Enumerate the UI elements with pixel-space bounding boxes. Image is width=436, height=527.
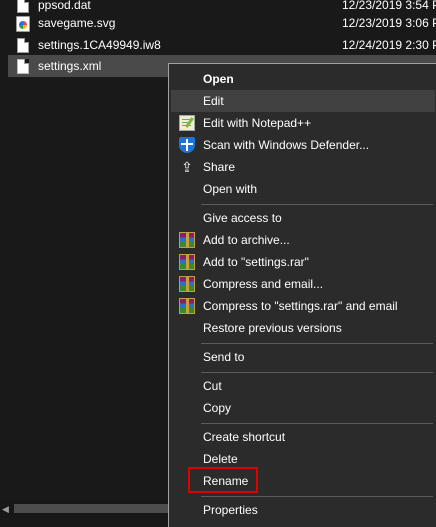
menu-item-send-to[interactable]: Send to <box>171 346 435 368</box>
winrar-icon <box>179 276 195 292</box>
menu-item-restore-versions[interactable]: Restore previous versions <box>171 317 435 339</box>
winrar-icon <box>179 298 195 314</box>
menu-separator <box>201 343 433 344</box>
menu-item-label: Send to <box>203 350 245 364</box>
menu-item-properties[interactable]: Properties <box>171 499 435 521</box>
menu-item-label: Delete <box>203 452 238 466</box>
menu-item-compress-email[interactable]: Compress and email... <box>171 273 435 295</box>
menu-item-label: Edit <box>203 94 224 108</box>
document-icon <box>14 37 30 53</box>
menu-separator <box>201 204 433 205</box>
share-icon: ⇪ <box>181 159 193 175</box>
menu-item-label: Scan with Windows Defender... <box>203 138 370 152</box>
menu-item-scan-defender[interactable]: Scan with Windows Defender... <box>171 134 435 156</box>
menu-separator <box>201 423 433 424</box>
menu-item-give-access[interactable]: Give access to <box>171 207 435 229</box>
file-name: savegame.svg <box>38 16 116 30</box>
menu-item-label: Compress and email... <box>203 277 324 291</box>
menu-item-create-shortcut[interactable]: Create shortcut <box>171 426 435 448</box>
menu-item-label: Open with <box>203 182 258 196</box>
menu-separator <box>201 372 433 373</box>
winrar-icon <box>179 254 195 270</box>
menu-item-label: Share <box>203 160 236 174</box>
file-date: 12/23/2019 3:54 PM <box>342 0 436 12</box>
file-date: 12/24/2019 2:30 PM <box>342 38 436 52</box>
file-name: settings.1CA49949.iw8 <box>38 38 161 52</box>
file-name: ppsod.dat <box>38 0 91 12</box>
menu-item-cut[interactable]: Cut <box>171 375 435 397</box>
menu-item-label: Add to "settings.rar" <box>203 255 309 269</box>
rename-highlight-box <box>188 467 258 493</box>
menu-item-add-to-archive[interactable]: Add to archive... <box>171 229 435 251</box>
menu-item-copy[interactable]: Copy <box>171 397 435 419</box>
menu-item-label: Copy <box>203 401 232 415</box>
menu-item-label: Create shortcut <box>203 430 286 444</box>
menu-item-label: Properties <box>203 503 258 517</box>
document-icon <box>14 58 30 74</box>
menu-item-open-with[interactable]: Open with <box>171 178 435 200</box>
notepad-plus-plus-icon <box>179 115 195 131</box>
menu-item-edit-with-notepad[interactable]: Edit with Notepad++ <box>171 112 435 134</box>
menu-item-label: Edit with Notepad++ <box>203 116 312 130</box>
file-date: 12/23/2019 3:06 PM <box>342 16 436 30</box>
menu-separator <box>201 496 433 497</box>
file-row[interactable]: savegame.svg 12/23/2019 3:06 PM <box>8 12 436 34</box>
windows-defender-icon <box>179 137 195 153</box>
menu-item-label: Cut <box>203 379 222 393</box>
menu-item-label: Compress to "settings.rar" and email <box>203 299 398 313</box>
scroll-left-arrow-icon[interactable]: ◀ <box>2 504 9 515</box>
file-row[interactable]: settings.1CA49949.iw8 12/24/2019 2:30 PM <box>8 34 436 56</box>
menu-item-label: Give access to <box>203 211 282 225</box>
menu-item-open[interactable]: Open <box>171 68 435 90</box>
menu-item-label: Add to archive... <box>203 233 290 247</box>
menu-item-compress-rar-email[interactable]: Compress to "settings.rar" and email <box>171 295 435 317</box>
menu-item-label: Open <box>203 72 234 86</box>
menu-item-label: Restore previous versions <box>203 321 342 335</box>
menu-item-add-to-rar[interactable]: Add to "settings.rar" <box>171 251 435 273</box>
winrar-icon <box>179 232 195 248</box>
menu-item-edit[interactable]: Edit <box>171 90 435 112</box>
svg-file-icon <box>14 15 30 32</box>
menu-item-share[interactable]: ⇪ Share <box>171 156 435 178</box>
context-menu: Open Edit Edit with Notepad++ Scan with … <box>168 63 436 527</box>
